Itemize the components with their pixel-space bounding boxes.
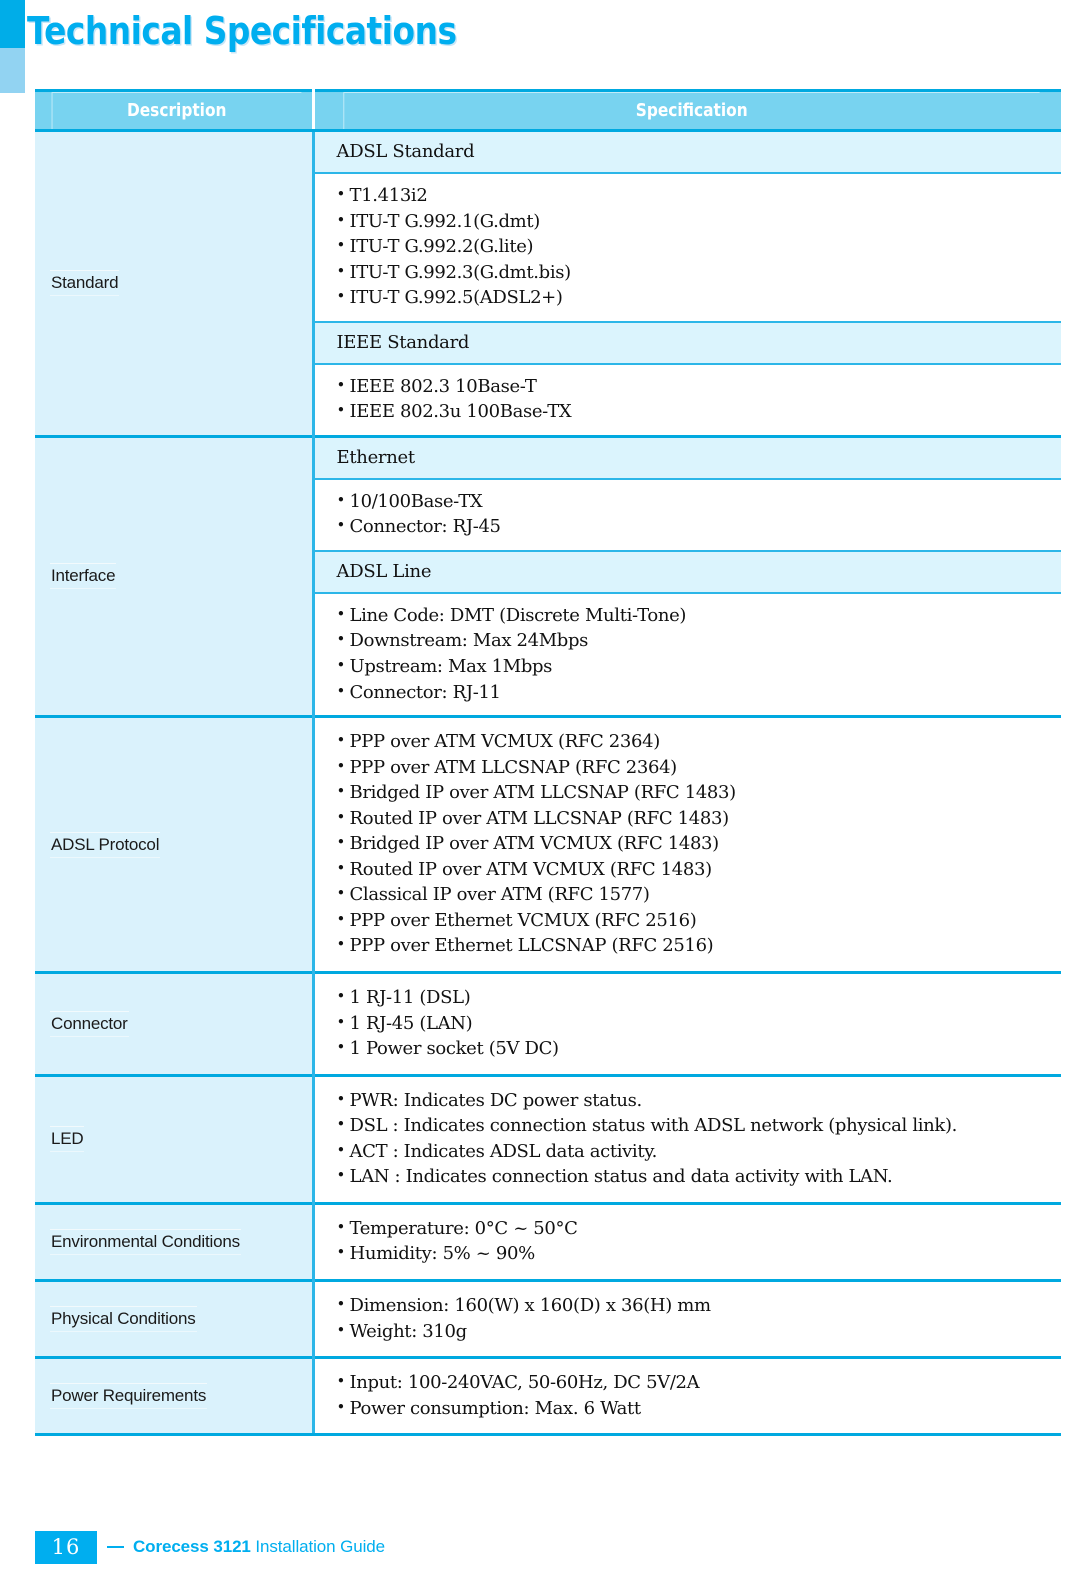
spec-category-label-text: Connector bbox=[50, 1010, 129, 1037]
spec-detail-item: Line Code: DMT (Discrete Multi-Tone) bbox=[337, 602, 1062, 629]
table-row: Power Requirements Input: 100-240VAC, 50-… bbox=[35, 1356, 1062, 1437]
spec-category-label: Environmental Conditions bbox=[35, 1201, 315, 1281]
spec-subheading: Ethernet bbox=[313, 434, 1061, 480]
column-header-specification-label: Specification bbox=[342, 92, 1039, 129]
spec-detail-list: Input: 100-240VAC, 50-60Hz, DC 5V/2APowe… bbox=[337, 1369, 1062, 1422]
spec-category-label: Physical Conditions bbox=[35, 1278, 315, 1358]
table-body: StandardADSL StandardT1.413i2ITU-T G.992… bbox=[35, 129, 1062, 1437]
spec-detail-item: 1 Power socket (5V DC) bbox=[337, 1035, 1062, 1062]
spec-detail-list: PPP over ATM VCMUX (RFC 2364)PPP over AT… bbox=[337, 728, 1062, 959]
column-header-description: Description bbox=[35, 89, 315, 132]
page-footer: 16 Corecess 3121 Installation Guide bbox=[35, 1530, 385, 1564]
page-title: Technical Specifications bbox=[27, 9, 457, 53]
spec-detail-item: Bridged IP over ATM LLCSNAP (RFC 1483) bbox=[337, 779, 1062, 806]
table-row: Connector 1 RJ-11 (DSL)1 RJ-45 (LAN)1 Pow… bbox=[35, 971, 1062, 1076]
spec-category-label-text: Environmental Conditions bbox=[50, 1228, 241, 1255]
spec-detail-list: Line Code: DMT (Discrete Multi-Tone)Down… bbox=[337, 602, 1062, 706]
spec-detail-item: PPP over ATM VCMUX (RFC 2364) bbox=[337, 728, 1062, 755]
spec-detail-item: DSL : Indicates connection status with A… bbox=[337, 1112, 1062, 1139]
table-row: LED PWR: Indicates DC power status.DSL : … bbox=[35, 1073, 1062, 1204]
spec-detail-item: ITU-T G.992.3(G.dmt.bis) bbox=[337, 259, 1062, 286]
spec-detail-list-cell: Line Code: DMT (Discrete Multi-Tone)Down… bbox=[313, 592, 1062, 717]
spec-detail-item: Dimension: 160(W) x 160(D) x 36(H) mm bbox=[337, 1292, 1062, 1319]
table-header-row: Description Specification bbox=[35, 89, 1061, 132]
spec-detail-item: Temperature: 0°C ~ 50°C bbox=[337, 1215, 1062, 1242]
spec-detail-item: PPP over Ethernet VCMUX (RFC 2516) bbox=[337, 907, 1062, 934]
spec-detail-item: ITU-T G.992.5(ADSL2+) bbox=[337, 284, 1062, 311]
column-header-description-label: Description bbox=[51, 92, 301, 129]
footer-doc-title: Installation Guide bbox=[255, 1537, 385, 1556]
spec-detail-item: Downstream: Max 24Mbps bbox=[337, 627, 1062, 654]
spec-detail-list-cell: 1 RJ-11 (DSL)1 RJ-45 (LAN)1 Power socket… bbox=[313, 971, 1062, 1076]
spec-detail-item: 1 RJ-45 (LAN) bbox=[337, 1010, 1062, 1037]
spec-detail-item: Routed IP over ATM VCMUX (RFC 1483) bbox=[337, 856, 1062, 883]
spec-detail-item: PPP over ATM LLCSNAP (RFC 2364) bbox=[337, 754, 1062, 781]
table-row: ADSL Protocol PPP over ATM VCMUX (RFC 236… bbox=[35, 715, 1062, 973]
spec-detail-item: Power consumption: Max. 6 Watt bbox=[337, 1395, 1062, 1422]
spec-detail-list: T1.413i2ITU-T G.992.1(G.dmt)ITU-T G.992.… bbox=[337, 182, 1062, 311]
spec-detail-list: 1 RJ-11 (DSL)1 RJ-45 (LAN)1 Power socket… bbox=[337, 984, 1062, 1062]
spec-detail-item: 1 RJ-11 (DSL) bbox=[337, 984, 1062, 1011]
spec-detail-list: 10/100Base-TXConnector: RJ-45 bbox=[337, 488, 1062, 540]
spec-detail-list-cell: PPP over ATM VCMUX (RFC 2364)PPP over AT… bbox=[313, 715, 1062, 973]
spec-detail-item: IEEE 802.3u 100Base-TX bbox=[337, 398, 1062, 425]
decorative-bar-primary bbox=[0, 0, 25, 48]
spec-detail-item: Connector: RJ-45 bbox=[337, 513, 1062, 540]
spec-detail-item: ACT : Indicates ADSL data activity. bbox=[337, 1138, 1062, 1165]
table-row: Standard ADSL Standard bbox=[35, 129, 1061, 437]
spec-detail-item: Upstream: Max 1Mbps bbox=[337, 653, 1062, 680]
spec-detail-list: IEEE 802.3 10Base-TIEEE 802.3u 100Base-T… bbox=[337, 373, 1062, 425]
spec-detail-item: PPP over Ethernet LLCSNAP (RFC 2516) bbox=[337, 933, 1062, 959]
spec-detail-list-cell: PWR: Indicates DC power status.DSL : Ind… bbox=[313, 1073, 1062, 1204]
spec-category-label-text: Physical Conditions bbox=[50, 1306, 197, 1332]
spec-detail-item: Routed IP over ATM LLCSNAP (RFC 1483) bbox=[337, 805, 1062, 832]
spec-category-label: ADSL Protocol bbox=[35, 715, 315, 973]
spec-detail-item: Input: 100-240VAC, 50-60Hz, DC 5V/2A bbox=[337, 1369, 1062, 1396]
technical-specifications-table: Description Specification Standard ADSL S… bbox=[35, 89, 1062, 1437]
spec-category-label: Connector bbox=[35, 971, 315, 1076]
spec-detail-item: 10/100Base-TX bbox=[337, 488, 1062, 515]
page-number-badge: 16 bbox=[35, 1530, 97, 1564]
spec-category-label-text: Power Requirements bbox=[50, 1383, 208, 1410]
spec-detail-item: PWR: Indicates DC power status. bbox=[337, 1087, 1062, 1114]
spec-detail-list: Dimension: 160(W) x 160(D) x 36(H) mmWei… bbox=[337, 1292, 1062, 1345]
spec-detail-item: T1.413i2 bbox=[337, 182, 1062, 209]
spec-detail-list: Temperature: 0°C ~ 50°CHumidity: 5% ~ 90… bbox=[337, 1215, 1062, 1267]
footer-brand: Corecess 3121 bbox=[133, 1537, 251, 1556]
spec-detail-list-cell: 10/100Base-TXConnector: RJ-45 bbox=[313, 478, 1062, 551]
spec-subheading: ADSL Line bbox=[313, 549, 1061, 594]
decorative-bar-secondary bbox=[0, 48, 25, 93]
spec-category-label-text: Standard bbox=[50, 270, 120, 297]
spec-category-label-text: ADSL Protocol bbox=[50, 831, 161, 858]
spec-detail-list-cell: Input: 100-240VAC, 50-60Hz, DC 5V/2APowe… bbox=[313, 1356, 1062, 1437]
spec-detail-list: PWR: Indicates DC power status.DSL : Ind… bbox=[337, 1087, 1062, 1190]
footer-document-label: Corecess 3121 Installation Guide bbox=[133, 1537, 385, 1557]
spec-category-label: Interface bbox=[35, 434, 315, 717]
table-row: Interface Ethernet bbox=[35, 434, 1061, 717]
spec-subheading: ADSL Standard bbox=[313, 129, 1061, 174]
table-row: Physical Conditions Dimension: 160(W) x 1… bbox=[35, 1278, 1062, 1358]
spec-category-label-text: Interface bbox=[50, 563, 117, 590]
spec-detail-item: Connector: RJ-11 bbox=[337, 679, 1062, 706]
spec-detail-item: ITU-T G.992.2(G.lite) bbox=[337, 233, 1062, 260]
spec-detail-item: ITU-T G.992.1(G.dmt) bbox=[337, 208, 1062, 235]
spec-detail-list-cell: T1.413i2ITU-T G.992.1(G.dmt)ITU-T G.992.… bbox=[313, 173, 1061, 322]
spec-subheading: IEEE Standard bbox=[313, 320, 1061, 365]
spec-detail-list-cell: Temperature: 0°C ~ 50°CHumidity: 5% ~ 90… bbox=[313, 1201, 1062, 1281]
spec-category-label: Power Requirements bbox=[35, 1356, 315, 1437]
table-row: Environmental Conditions Temperature: 0°C… bbox=[35, 1201, 1062, 1281]
column-header-specification: Specification bbox=[313, 89, 1061, 132]
spec-category-label: Standard bbox=[35, 129, 315, 437]
spec-category-label-text: LED bbox=[50, 1126, 85, 1153]
spec-category-label: LED bbox=[35, 1073, 315, 1204]
spec-detail-item: Classical IP over ATM (RFC 1577) bbox=[337, 881, 1062, 908]
spec-detail-item: LAN : Indicates connection status and da… bbox=[337, 1163, 1062, 1190]
spec-detail-item: IEEE 802.3 10Base-T bbox=[337, 373, 1062, 400]
spec-detail-item: Weight: 310g bbox=[337, 1318, 1062, 1345]
spec-detail-item: Bridged IP over ATM VCMUX (RFC 1483) bbox=[337, 830, 1062, 857]
spec-detail-list-cell: Dimension: 160(W) x 160(D) x 36(H) mmWei… bbox=[313, 1278, 1062, 1358]
footer-divider-dash bbox=[107, 1546, 124, 1548]
spec-detail-list-cell: IEEE 802.3 10Base-TIEEE 802.3u 100Base-T… bbox=[313, 363, 1062, 437]
spec-detail-item: Humidity: 5% ~ 90% bbox=[337, 1240, 1062, 1267]
